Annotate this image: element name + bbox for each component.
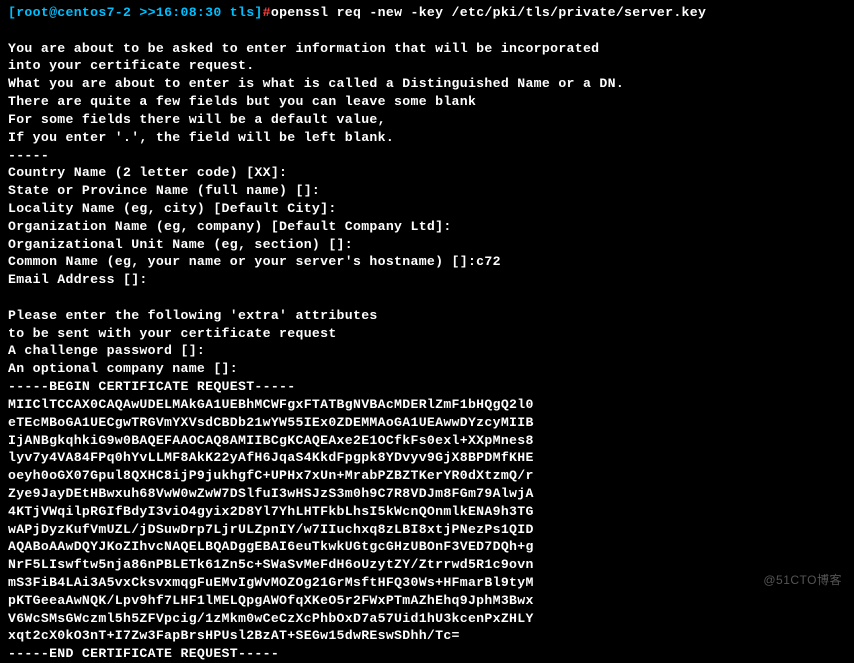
prompt-user-host: root@centos7-2 >>16:08:30 tls: [16, 5, 254, 20]
terminal-line: Zye9JayDEtHBwxuh68VwW0wZwW7DSlfuI3wHSJzS…: [8, 485, 846, 503]
terminal-line: For some fields there will be a default …: [8, 111, 846, 129]
terminal-line: Email Address []:: [8, 271, 846, 289]
terminal-line: oeyh0oGX07Gpul8QXHC8ijP9jukhgfC+UPHx7xUn…: [8, 467, 846, 485]
terminal-line: Organizational Unit Name (eg, section) […: [8, 236, 846, 254]
terminal-line: A challenge password []:: [8, 342, 846, 360]
terminal-line: You are about to be asked to enter infor…: [8, 40, 846, 58]
prompt-bracket-close: ]: [254, 5, 262, 20]
terminal-line: -----END CERTIFICATE REQUEST-----: [8, 645, 846, 663]
terminal-line: MIIClTCCAX0CAQAwUDELMAkGA1UEBhMCWFgxFTAT…: [8, 396, 846, 414]
terminal-line: Country Name (2 letter code) [XX]:: [8, 164, 846, 182]
terminal-line: [8, 22, 846, 40]
terminal-line: [8, 289, 846, 307]
terminal-line: AQABoAAwDQYJKoZIhvcNAQELBQADggEBAI6euTkw…: [8, 538, 846, 556]
terminal-line: NrF5LIswftw5nja86nPBLETk61Zn5c+SWaSvMeFd…: [8, 556, 846, 574]
prompt-bracket-open: [: [8, 5, 16, 20]
terminal-line: eTEcMBoGA1UECgwTRGVmYXVsdCBDb21wYW55IEx0…: [8, 414, 846, 432]
prompt-command: openssl req -new -key /etc/pki/tls/priva…: [271, 5, 706, 20]
terminal-line: An optional company name []:: [8, 360, 846, 378]
terminal-line: Locality Name (eg, city) [Default City]:: [8, 200, 846, 218]
terminal-line: lyv7y4VA84FPq0hYvLLMF8AkK22yAfH6JqaS4Kkd…: [8, 449, 846, 467]
terminal-line: wAPjDyzKufVmUZL/jDSuwDrp7LjrULZpnIY/w7II…: [8, 521, 846, 539]
terminal-line: into your certificate request.: [8, 57, 846, 75]
terminal-line: Please enter the following 'extra' attri…: [8, 307, 846, 325]
terminal-line: 4KTjVWqilpRGIfBdyI3viO4gyix2D8Yl7YhLHTFk…: [8, 503, 846, 521]
terminal-line: Organization Name (eg, company) [Default…: [8, 218, 846, 236]
terminal-output[interactable]: [root@centos7-2 >>16:08:30 tls]#openssl …: [8, 4, 846, 663]
terminal-line: xqt2cX0kO3nT+I7Zw3FapBrsHPUsl2BzAT+SEGw1…: [8, 627, 846, 645]
terminal-line: V6WcSMsGWczml5h5ZFVpcig/1zMkm0wCeCzXcPhb…: [8, 610, 846, 628]
terminal-line: State or Province Name (full name) []:: [8, 182, 846, 200]
prompt-symbol: #: [263, 5, 271, 20]
terminal-line: There are quite a few fields but you can…: [8, 93, 846, 111]
terminal-line: What you are about to enter is what is c…: [8, 75, 846, 93]
terminal-line: to be sent with your certificate request: [8, 325, 846, 343]
terminal-line: -----BEGIN CERTIFICATE REQUEST-----: [8, 378, 846, 396]
terminal-line: Common Name (eg, your name or your serve…: [8, 253, 846, 271]
terminal-line: mS3FiB4LAi3A5vxCksvxmqgFuEMvIgWvMOZOg21G…: [8, 574, 846, 592]
watermark: @51CTO博客: [763, 572, 842, 588]
terminal-line: pKTGeeaAwNQK/Lpv9hf7LHF1lMELQpgAWOfqXKeO…: [8, 592, 846, 610]
prompt-line: [root@centos7-2 >>16:08:30 tls]#openssl …: [8, 4, 846, 22]
terminal-line: IjANBgkqhkiG9w0BAQEFAAOCAQ8AMIIBCgKCAQEA…: [8, 432, 846, 450]
terminal-line: If you enter '.', the field will be left…: [8, 129, 846, 147]
terminal-line: -----: [8, 147, 846, 165]
